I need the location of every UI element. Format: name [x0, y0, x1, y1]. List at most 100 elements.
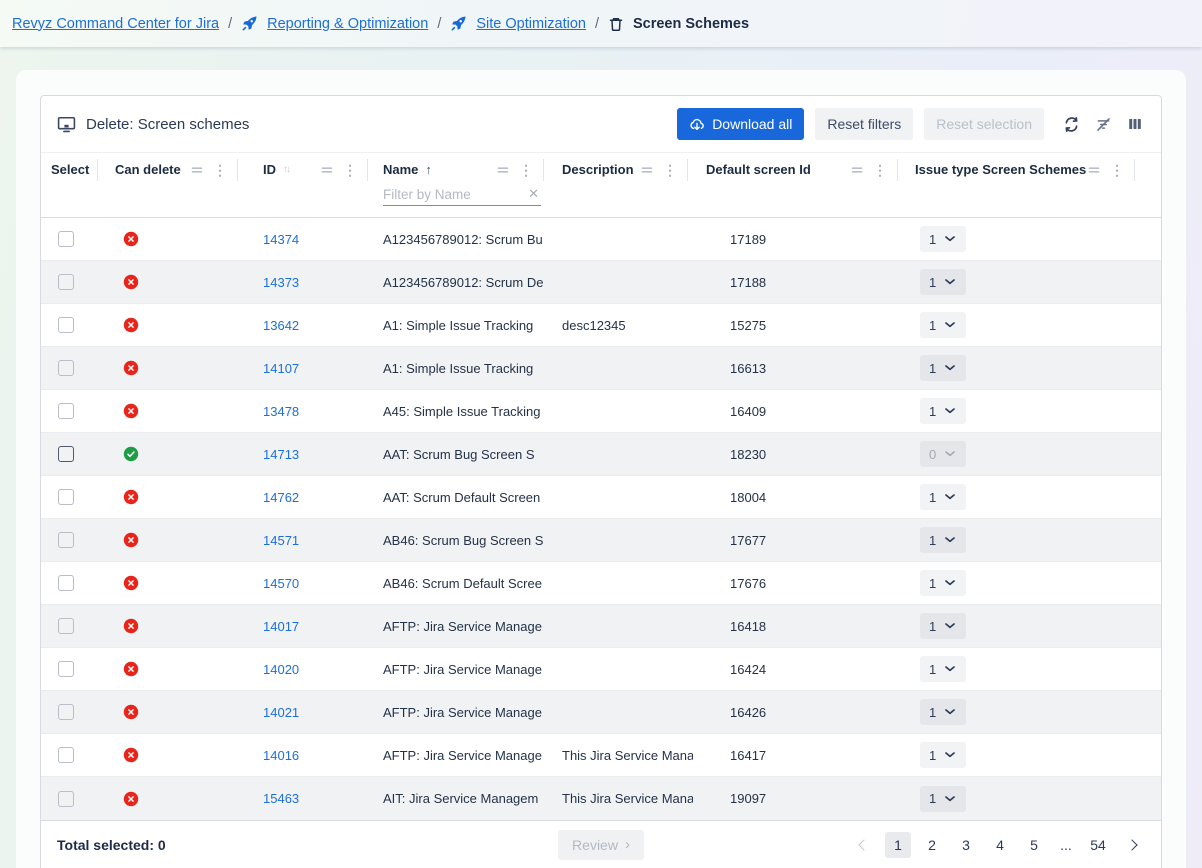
pagination-page-1[interactable]: 1: [885, 832, 911, 858]
row-id-link[interactable]: 13642: [263, 318, 299, 333]
row-id-link[interactable]: 14021: [263, 705, 299, 720]
column-header-id[interactable]: ID ↑↓ ⋮: [243, 153, 373, 186]
row-id-link[interactable]: 14020: [263, 662, 299, 677]
row-id-link[interactable]: 14570: [263, 576, 299, 591]
issue-type-count-dropdown[interactable]: 1: [920, 613, 966, 639]
row-checkbox[interactable]: [58, 791, 74, 807]
column-header-default-screen-id[interactable]: Default screen Id ⋮: [693, 153, 903, 186]
breadcrumb-bar: Revyz Command Center for Jira/ Reporting…: [0, 0, 1202, 47]
row-id-link[interactable]: 14713: [263, 447, 299, 462]
row-id-link[interactable]: 14374: [263, 232, 299, 247]
row-checkbox[interactable]: [58, 661, 74, 677]
row-description: [549, 390, 693, 432]
issue-type-count-dropdown[interactable]: 1: [920, 226, 966, 252]
pagination-page-3[interactable]: 3: [953, 832, 979, 858]
row-id-link[interactable]: 15463: [263, 791, 299, 806]
row-checkbox[interactable]: [58, 704, 74, 720]
columns-icon[interactable]: [1125, 114, 1145, 134]
row-checkbox[interactable]: [58, 317, 74, 333]
pagination-prev[interactable]: [851, 832, 877, 858]
download-all-button[interactable]: Download all: [677, 108, 804, 140]
column-menu-icon[interactable]: ⋮: [343, 163, 357, 177]
cloud-download-icon: [689, 116, 705, 132]
table-row: 14020 AFTP: Jira Service Manage 16424 1: [41, 648, 1161, 691]
row-name: AB46: Scrum Default Scree: [373, 562, 549, 604]
pagination-page-4[interactable]: 4: [987, 832, 1013, 858]
column-menu-icon[interactable]: ⋮: [519, 163, 533, 177]
filter-icon[interactable]: [641, 164, 653, 176]
review-button[interactable]: Review ›: [558, 830, 644, 860]
refresh-icon[interactable]: [1061, 114, 1082, 135]
pagination-page-2[interactable]: 2: [919, 832, 945, 858]
table-row: 14021 AFTP: Jira Service Manage 16426 1: [41, 691, 1161, 734]
row-default-screen-id: 17677: [693, 519, 903, 561]
issue-type-count-dropdown[interactable]: 1: [920, 312, 966, 338]
filter-icon[interactable]: [1088, 164, 1100, 176]
issue-type-count-dropdown[interactable]: 1: [920, 527, 966, 553]
issue-type-count-dropdown[interactable]: 1: [920, 570, 966, 596]
pagination-next[interactable]: [1119, 832, 1145, 858]
breadcrumb-item[interactable]: Site Optimization: [476, 16, 586, 32]
row-id-link[interactable]: 14373: [263, 275, 299, 290]
row-id-link[interactable]: 14017: [263, 619, 299, 634]
column-menu-icon[interactable]: ⋮: [873, 163, 887, 177]
row-description: [549, 691, 693, 733]
row-checkbox[interactable]: [58, 274, 74, 290]
row-checkbox[interactable]: [58, 446, 74, 462]
column-menu-icon[interactable]: ⋮: [663, 163, 677, 177]
row-checkbox[interactable]: [58, 532, 74, 548]
download-all-label: Download all: [712, 116, 792, 132]
column-menu-icon[interactable]: ⋮: [213, 163, 227, 177]
cannot-delete-icon: [123, 661, 139, 677]
breadcrumb-item[interactable]: Revyz Command Center for Jira: [12, 16, 219, 32]
row-checkbox[interactable]: [58, 360, 74, 376]
column-header-name[interactable]: Name ↑ ⋮: [373, 153, 549, 186]
column-header-issue-type-screen-schemes[interactable]: Issue type Screen Schemes ⋮: [903, 153, 1140, 186]
pagination: 12345... 54: [851, 832, 1145, 858]
row-checkbox[interactable]: [58, 575, 74, 591]
issue-type-count-dropdown[interactable]: 1: [920, 786, 966, 812]
row-id-link[interactable]: 14571: [263, 533, 299, 548]
row-checkbox[interactable]: [58, 489, 74, 505]
name-filter: ✕: [383, 186, 541, 206]
pagination-ellipsis: ...: [1055, 837, 1077, 853]
filter-icon[interactable]: [497, 164, 509, 176]
row-name: A45: Simple Issue Tracking: [373, 390, 549, 432]
filter-icon[interactable]: [321, 164, 333, 176]
issue-type-count-dropdown[interactable]: 0: [920, 441, 966, 467]
row-id-link[interactable]: 14107: [263, 361, 299, 376]
issue-type-count-dropdown[interactable]: 1: [920, 656, 966, 682]
reset-filters-button[interactable]: Reset filters: [815, 108, 913, 140]
sort-ascending-icon[interactable]: ↑: [425, 162, 432, 177]
row-id-link[interactable]: 14016: [263, 748, 299, 763]
row-id-link[interactable]: 13478: [263, 404, 299, 419]
breadcrumb-item[interactable]: Reporting & Optimization: [267, 16, 428, 32]
cannot-delete-icon: [123, 274, 139, 290]
row-id-link[interactable]: 14762: [263, 490, 299, 505]
issue-type-count-dropdown[interactable]: 1: [920, 269, 966, 295]
reset-selection-button[interactable]: Reset selection: [924, 108, 1044, 140]
row-checkbox[interactable]: [58, 231, 74, 247]
filter-off-icon[interactable]: [1093, 114, 1114, 135]
column-menu-icon[interactable]: ⋮: [1110, 163, 1124, 177]
issue-type-count-dropdown[interactable]: 1: [920, 699, 966, 725]
filter-icon[interactable]: [851, 164, 863, 176]
sort-icon[interactable]: ↑↓: [283, 164, 289, 175]
row-default-screen-id: 18230: [693, 433, 903, 475]
issue-type-count-dropdown[interactable]: 1: [920, 742, 966, 768]
table-row: 14016 AFTP: Jira Service Manage This Jir…: [41, 734, 1161, 777]
row-checkbox[interactable]: [58, 747, 74, 763]
row-checkbox[interactable]: [58, 403, 74, 419]
column-header-description[interactable]: Description ⋮: [549, 153, 693, 186]
clear-filter-icon[interactable]: ✕: [526, 186, 541, 202]
row-checkbox[interactable]: [58, 618, 74, 634]
issue-type-count-dropdown[interactable]: 1: [920, 398, 966, 424]
filter-icon[interactable]: [191, 164, 203, 176]
issue-type-count-dropdown[interactable]: 1: [920, 355, 966, 381]
name-filter-input[interactable]: [383, 187, 526, 202]
pagination-page-54[interactable]: 54: [1085, 832, 1111, 858]
pagination-page-5[interactable]: 5: [1021, 832, 1047, 858]
cannot-delete-icon: [123, 360, 139, 376]
column-header-can-delete[interactable]: Can delete ⋮: [103, 153, 243, 186]
issue-type-count-dropdown[interactable]: 1: [920, 484, 966, 510]
